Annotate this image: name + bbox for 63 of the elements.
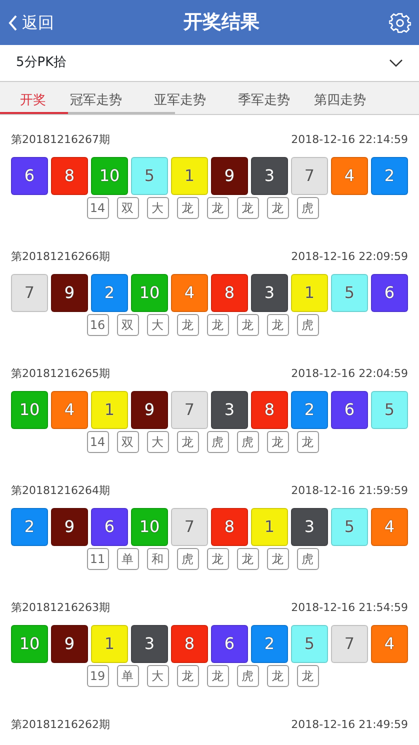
result-tag: 虎	[296, 548, 318, 570]
result-tag: 龙	[206, 196, 228, 218]
result-tag: 龙	[176, 196, 198, 218]
period-number: 第20181216267期	[11, 132, 110, 148]
result-tag: 龙	[176, 314, 198, 336]
draw-time: 2018-12-16 21:49:59	[291, 717, 408, 733]
result-tag: 14	[86, 196, 108, 218]
result-tag: 龙	[236, 548, 258, 570]
result-tag: 龙	[236, 314, 258, 336]
page-title: 开奖结果	[184, 10, 260, 36]
result-tag: 大	[146, 314, 168, 336]
chevron-down-icon	[389, 59, 403, 67]
result-tag: 龙	[266, 664, 288, 686]
result-tag: 16	[86, 314, 108, 336]
tab[interactable]: 开奖	[20, 87, 46, 114]
draw-time: 2018-12-16 21:54:59	[291, 600, 408, 616]
draw-time: 2018-12-16 21:59:59	[291, 483, 408, 499]
period-number: 第20181216264期	[11, 483, 110, 499]
tab[interactable]: 冠军走势	[70, 87, 122, 114]
result-tag: 双	[116, 196, 138, 218]
result-tag: 大	[146, 196, 168, 218]
tab[interactable]: 第四走势	[314, 87, 366, 114]
back-button[interactable]: 返回	[8, 10, 54, 34]
period-number: 第20181216265期	[11, 366, 110, 382]
result-tag: 龙	[266, 548, 288, 570]
draw-time: 2018-12-16 22:14:59	[291, 132, 408, 148]
result-tag: 龙	[176, 664, 198, 686]
result-tag: 龙	[266, 430, 288, 452]
result-tag: 龙	[296, 664, 318, 686]
result-tag: 龙	[206, 664, 228, 686]
result-tag: 龙	[236, 196, 258, 218]
result-tag: 虎	[296, 196, 318, 218]
result-tag: 大	[146, 664, 168, 686]
result-tag: 单	[116, 548, 138, 570]
result-tag: 19	[86, 664, 108, 686]
result-tag: 单	[116, 664, 138, 686]
result-tag: 虎	[206, 430, 228, 452]
draw-time: 2018-12-16 22:04:59	[291, 366, 408, 382]
result-tag: 11	[86, 548, 108, 570]
result-tag: 虎	[236, 430, 258, 452]
result-tag: 双	[116, 430, 138, 452]
result-tag: 和	[146, 548, 168, 570]
result-tag: 虎	[176, 548, 198, 570]
result-tag: 龙	[266, 196, 288, 218]
result-tag: 龙	[296, 430, 318, 452]
draw-time: 2018-12-16 22:09:59	[291, 249, 408, 265]
period-number: 第20181216263期	[11, 600, 110, 616]
result-tag: 双	[116, 314, 138, 336]
result-tag: 大	[146, 430, 168, 452]
result-tag: 龙	[266, 314, 288, 336]
period-number: 第20181216266期	[11, 249, 110, 265]
chevron-left-icon	[8, 14, 18, 32]
tab[interactable]: 季军走势	[238, 87, 290, 114]
result-tag: 龙	[206, 548, 228, 570]
result-tag: 龙	[176, 430, 198, 452]
period-number: 第20181216262期	[11, 717, 110, 733]
settings-icon[interactable]	[389, 12, 411, 34]
tab[interactable]: 亚军走势	[154, 87, 206, 114]
result-tag: 龙	[206, 314, 228, 336]
result-tag: 虎	[296, 314, 318, 336]
result-tag: 虎	[236, 664, 258, 686]
result-tag: 14	[86, 430, 108, 452]
select-value: 5分PK拾	[16, 54, 67, 72]
